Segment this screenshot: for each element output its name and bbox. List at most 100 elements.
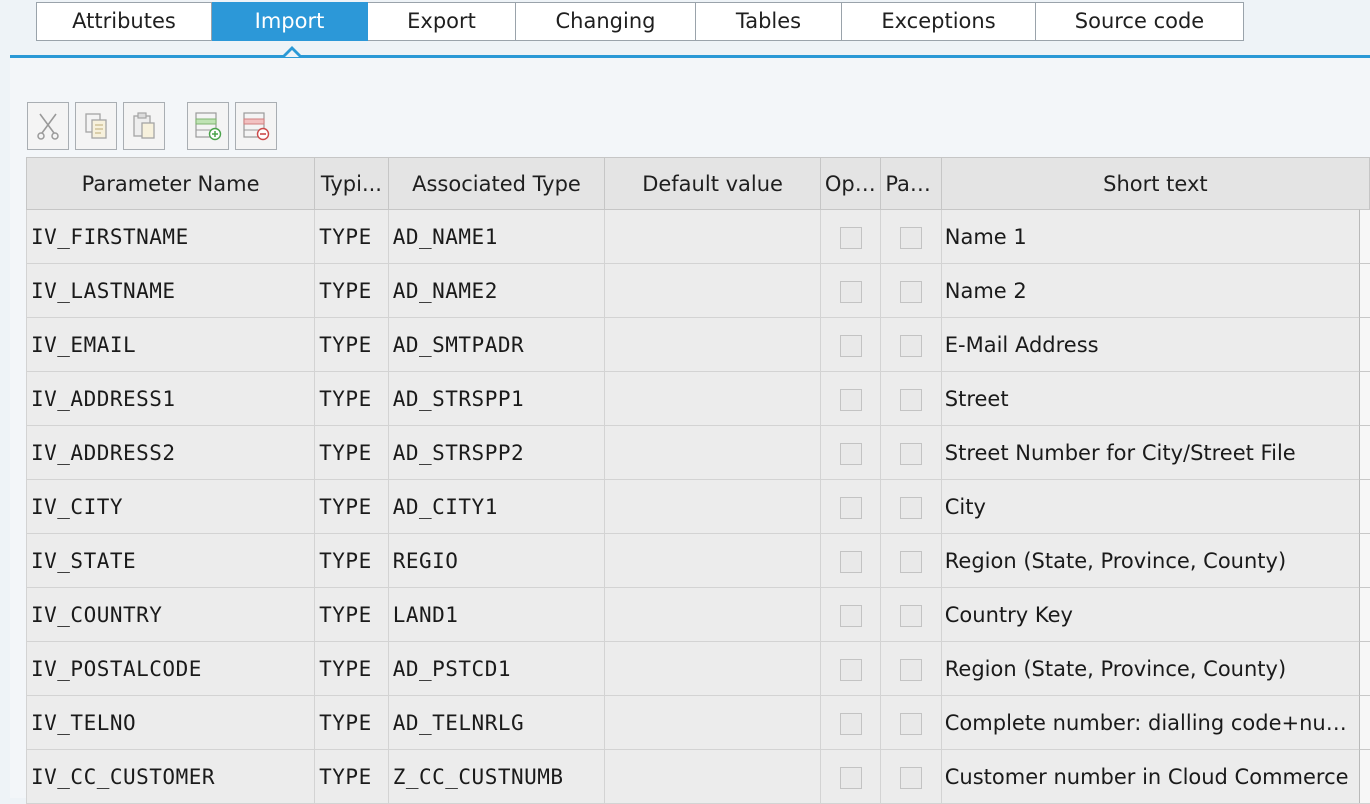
row-selector[interactable]	[1359, 209, 1370, 263]
table-row[interactable]: IV_ADDRESS1 TYPE AD_STRSPP1 Street	[25, 371, 1370, 426]
short-text-cell[interactable]: Region (State, Province, County)	[940, 641, 1370, 696]
pass-value-checkbox-cell[interactable]	[880, 371, 942, 426]
optional-checkbox[interactable]	[839, 550, 862, 573]
pass-value-checkbox[interactable]	[900, 334, 923, 357]
typing-cell[interactable]: TYPE	[314, 371, 389, 426]
insert-row-button[interactable]	[187, 102, 229, 150]
short-text-cell[interactable]: E-Mail Address	[940, 317, 1370, 372]
table-row[interactable]: IV_POSTALCODE TYPE AD_PSTCD1 Region (State,…	[25, 641, 1370, 696]
tab-changing[interactable]: Changing	[516, 2, 696, 41]
pass-value-checkbox[interactable]	[900, 280, 923, 303]
parameter-name-cell[interactable]: IV_TELNO	[25, 695, 316, 750]
row-selector[interactable]	[1359, 587, 1370, 641]
default-value-cell[interactable]	[604, 749, 821, 804]
pass-value-checkbox[interactable]	[900, 658, 923, 681]
parameter-name-cell[interactable]: IV_STATE	[25, 533, 316, 588]
tab-tables[interactable]: Tables	[696, 2, 842, 41]
pass-value-checkbox[interactable]	[900, 442, 923, 465]
cut-button[interactable]	[27, 102, 69, 150]
pass-value-checkbox-cell[interactable]	[880, 695, 942, 750]
column-header-pass-value[interactable]: Pas...	[880, 157, 942, 210]
row-selector[interactable]	[1359, 695, 1370, 749]
short-text-cell[interactable]: Name 1	[940, 209, 1370, 264]
default-value-cell[interactable]	[604, 371, 821, 426]
table-row[interactable]: IV_LASTNAME TYPE AD_NAME2 Name 2	[25, 263, 1370, 318]
default-value-cell[interactable]	[604, 695, 821, 750]
optional-checkbox[interactable]	[839, 496, 862, 519]
default-value-cell[interactable]	[604, 587, 821, 642]
column-header-optional[interactable]: Opt...	[819, 157, 882, 210]
parameter-name-cell[interactable]: IV_POSTALCODE	[25, 641, 316, 696]
pass-value-checkbox[interactable]	[900, 604, 923, 627]
pass-value-checkbox[interactable]	[900, 388, 923, 411]
parameter-name-cell[interactable]: IV_CC_CUSTOMER	[25, 749, 316, 804]
column-header-associated-type[interactable]: Associated Type	[387, 157, 606, 210]
tab-exceptions[interactable]: Exceptions	[842, 2, 1036, 41]
optional-checkbox[interactable]	[839, 334, 862, 357]
associated-type-cell[interactable]: LAND1	[387, 587, 606, 642]
pass-value-checkbox-cell[interactable]	[880, 533, 942, 588]
pass-value-checkbox-cell[interactable]	[880, 425, 942, 480]
short-text-cell[interactable]: Country Key	[940, 587, 1370, 642]
row-selector[interactable]	[1359, 263, 1370, 317]
parameter-name-cell[interactable]: IV_FIRSTNAME	[25, 209, 316, 264]
associated-type-cell[interactable]: Z_CC_CUSTNUMB	[387, 749, 606, 804]
short-text-cell[interactable]: City	[940, 479, 1370, 534]
default-value-cell[interactable]	[604, 425, 821, 480]
optional-checkbox-cell[interactable]	[819, 479, 882, 534]
typing-cell[interactable]: TYPE	[314, 695, 389, 750]
short-text-cell[interactable]: Customer number in Cloud Commerce	[940, 749, 1370, 804]
tab-source-code[interactable]: Source code	[1036, 2, 1244, 41]
optional-checkbox-cell[interactable]	[819, 317, 882, 372]
optional-checkbox[interactable]	[839, 226, 862, 249]
associated-type-cell[interactable]: AD_STRSPP1	[387, 371, 606, 426]
typing-cell[interactable]: TYPE	[314, 263, 389, 318]
typing-cell[interactable]: TYPE	[314, 209, 389, 264]
optional-checkbox[interactable]	[839, 280, 862, 303]
typing-cell[interactable]: TYPE	[314, 749, 389, 804]
tab-export[interactable]: Export	[368, 2, 516, 41]
table-row[interactable]: IV_STATE TYPE REGIO Region (State, Province…	[25, 533, 1370, 588]
default-value-cell[interactable]	[604, 317, 821, 372]
pass-value-checkbox-cell[interactable]	[880, 641, 942, 696]
table-row[interactable]: IV_ADDRESS2 TYPE AD_STRSPP2 Street Number f…	[25, 425, 1370, 480]
optional-checkbox[interactable]	[839, 712, 862, 735]
pass-value-checkbox-cell[interactable]	[880, 263, 942, 318]
optional-checkbox-cell[interactable]	[819, 209, 882, 264]
row-selector[interactable]	[1359, 749, 1370, 803]
optional-checkbox[interactable]	[839, 766, 862, 789]
default-value-cell[interactable]	[604, 533, 821, 588]
associated-type-cell[interactable]: AD_STRSPP2	[387, 425, 606, 480]
row-selector[interactable]	[1359, 479, 1370, 533]
parameter-name-cell[interactable]: IV_CITY	[25, 479, 316, 534]
table-row[interactable]: IV_FIRSTNAME TYPE AD_NAME1 Name 1	[25, 209, 1370, 264]
typing-cell[interactable]: TYPE	[314, 641, 389, 696]
parameter-name-cell[interactable]: IV_ADDRESS1	[25, 371, 316, 426]
table-row[interactable]: IV_CITY TYPE AD_CITY1 City	[25, 479, 1370, 534]
column-header-parameter-name[interactable]: Parameter Name	[25, 157, 316, 210]
pass-value-checkbox-cell[interactable]	[880, 749, 942, 804]
associated-type-cell[interactable]: AD_PSTCD1	[387, 641, 606, 696]
optional-checkbox-cell[interactable]	[819, 371, 882, 426]
default-value-cell[interactable]	[604, 209, 821, 264]
associated-type-cell[interactable]: REGIO	[387, 533, 606, 588]
parameter-name-cell[interactable]: IV_ADDRESS2	[25, 425, 316, 480]
default-value-cell[interactable]	[604, 479, 821, 534]
associated-type-cell[interactable]: AD_CITY1	[387, 479, 606, 534]
associated-type-cell[interactable]: AD_SMTPADR	[387, 317, 606, 372]
optional-checkbox-cell[interactable]	[819, 749, 882, 804]
default-value-cell[interactable]	[604, 263, 821, 318]
optional-checkbox-cell[interactable]	[819, 587, 882, 642]
pass-value-checkbox-cell[interactable]	[880, 317, 942, 372]
pass-value-checkbox[interactable]	[900, 712, 923, 735]
tab-attributes[interactable]: Attributes	[36, 2, 212, 41]
optional-checkbox[interactable]	[839, 442, 862, 465]
row-selector[interactable]	[1359, 317, 1370, 371]
table-row[interactable]: IV_TELNO TYPE AD_TELNRLG Complete number: d…	[25, 695, 1370, 750]
typing-cell[interactable]: TYPE	[314, 317, 389, 372]
typing-cell[interactable]: TYPE	[314, 587, 389, 642]
delete-row-button[interactable]	[235, 102, 277, 150]
row-selector[interactable]	[1359, 371, 1370, 425]
optional-checkbox-cell[interactable]	[819, 641, 882, 696]
pass-value-checkbox-cell[interactable]	[880, 587, 942, 642]
